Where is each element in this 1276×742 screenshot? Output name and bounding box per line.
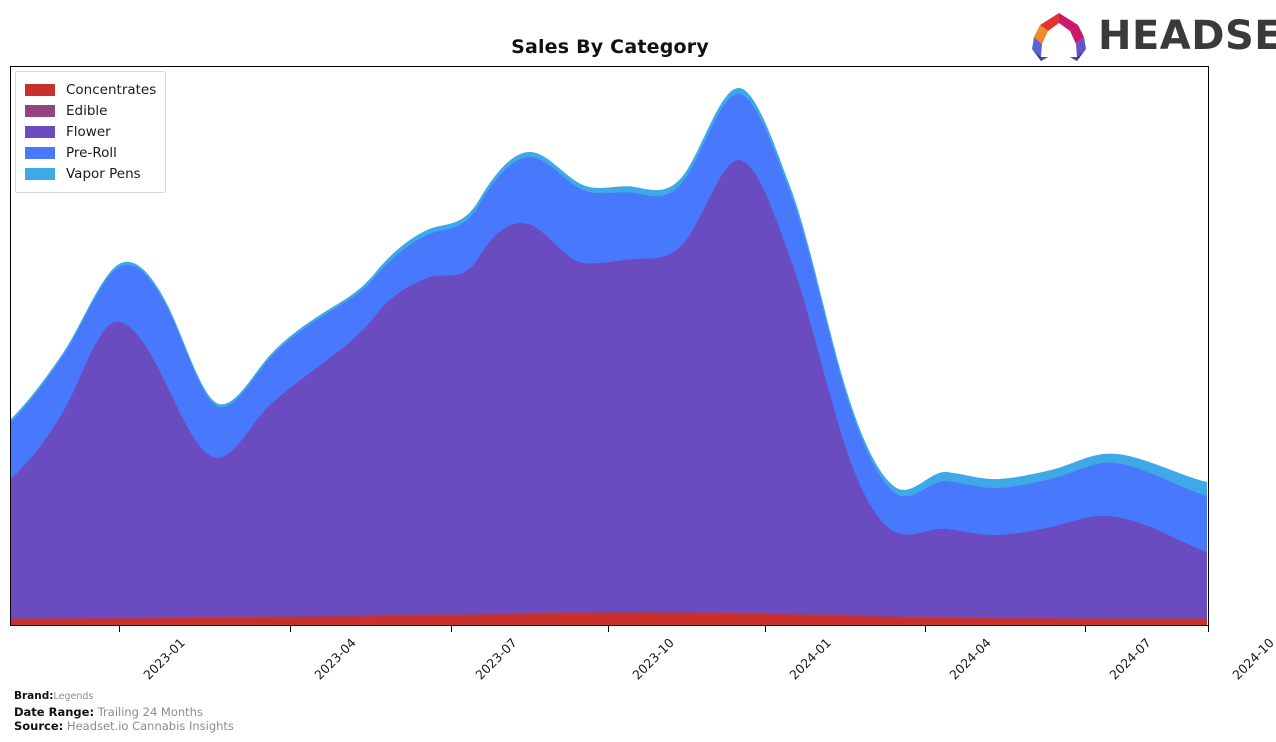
- footer-source-key: Source:: [14, 719, 64, 733]
- stacked-area-chart: [11, 87, 1207, 625]
- footer-date-range-value: Trailing 24 Months: [97, 704, 203, 719]
- x-tick-mark: [290, 626, 291, 632]
- x-tick-label: 2023-10: [629, 635, 677, 683]
- x-tick-label: 2024-10: [1229, 635, 1276, 683]
- x-tick-label: 2023-04: [311, 635, 359, 683]
- x-tick-mark: [608, 626, 609, 632]
- chart-plot-area: [10, 66, 1209, 626]
- chart-legend: Concentrates Edible Flower Pre-Roll Vapo…: [15, 71, 167, 193]
- legend-swatch-pre-roll: [25, 146, 55, 159]
- legend-swatch-flower: [25, 125, 55, 138]
- footer-metadata: Brand:Legends Date Range: Trailing 24 Mo…: [14, 689, 234, 734]
- footer-brand-row: Brand:Legends: [14, 689, 234, 705]
- legend-label-edible: Edible: [66, 102, 108, 119]
- legend-swatch-concentrates: [25, 83, 55, 96]
- x-tick-label: 2024-04: [946, 635, 994, 683]
- footer-source-value: Headset.io Cannabis Insights: [66, 719, 234, 733]
- x-tick-mark: [119, 626, 120, 632]
- footer-brand-value: Legends: [53, 691, 94, 702]
- headset-wordmark: HEADSET: [1098, 13, 1276, 59]
- x-tick-label: 2024-01: [786, 635, 834, 683]
- legend-item-edible[interactable]: Edible: [25, 100, 156, 121]
- footer-date-range-key: Date Range:: [14, 704, 95, 719]
- x-tick-label: 2023-07: [472, 635, 520, 683]
- footer-brand-key: Brand:: [14, 690, 54, 702]
- x-tick-mark: [1208, 626, 1209, 632]
- headset-brand-logo: HEADSET: [1026, 11, 1276, 63]
- legend-label-pre-roll: Pre-Roll: [66, 144, 117, 161]
- x-tick-label: 2024-07: [1106, 635, 1154, 683]
- footer-date-range-row: Date Range: Trailing 24 Months: [14, 705, 234, 720]
- x-tick-label: 2023-01: [140, 635, 188, 683]
- headset-logo-icon: [1032, 13, 1086, 61]
- legend-item-flower[interactable]: Flower: [25, 121, 156, 142]
- legend-item-concentrates[interactable]: Concentrates: [25, 79, 156, 100]
- x-tick-mark: [765, 626, 766, 632]
- legend-swatch-vapor-pens: [25, 167, 55, 180]
- legend-swatch-edible: [25, 104, 55, 117]
- legend-label-flower: Flower: [66, 123, 111, 140]
- x-tick-mark: [925, 626, 926, 632]
- legend-item-pre-roll[interactable]: Pre-Roll: [25, 142, 156, 163]
- legend-label-vapor-pens: Vapor Pens: [66, 165, 141, 182]
- x-tick-mark: [451, 626, 452, 632]
- x-tick-mark: [1085, 626, 1086, 632]
- footer-source-row: Source: Headset.io Cannabis Insights: [14, 719, 234, 734]
- x-axis: 2023-01 2023-04 2023-07 2023-10 2024-01 …: [0, 626, 1276, 686]
- legend-label-concentrates: Concentrates: [66, 81, 157, 98]
- legend-item-vapor-pens[interactable]: Vapor Pens: [25, 163, 156, 184]
